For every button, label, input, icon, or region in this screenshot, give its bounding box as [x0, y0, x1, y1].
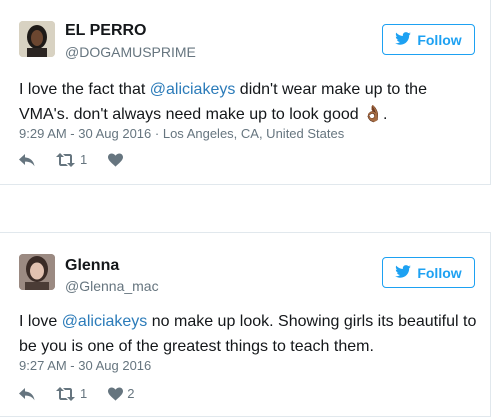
- reply-icon: [19, 387, 35, 401]
- like-button[interactable]: 2: [108, 386, 134, 401]
- heart-icon: [108, 152, 124, 167]
- meta-separator: ·: [151, 126, 163, 141]
- timeline-gap: [0, 185, 491, 232]
- user-name[interactable]: Glenna: [65, 257, 119, 275]
- twitter-bird-icon: [395, 31, 412, 48]
- tweet-card: Glenna @Glenna_mac Follow I love @alicia…: [0, 232, 491, 417]
- location-link[interactable]: Los Angeles, CA, United States: [163, 126, 344, 141]
- mention-link[interactable]: @aliciakeys: [150, 81, 236, 98]
- retweet-count: 1: [80, 152, 88, 167]
- retweet-icon: [56, 152, 76, 167]
- tweet-actions: 1: [19, 152, 148, 167]
- retweet-button[interactable]: 1: [56, 386, 87, 401]
- follow-label: Follow: [417, 264, 462, 281]
- tweet-text-before: I love: [19, 313, 62, 330]
- follow-button[interactable]: Follow: [382, 257, 475, 288]
- reply-button[interactable]: [19, 387, 35, 401]
- tweet-text-before: I love the fact that: [19, 81, 150, 98]
- follow-label: Follow: [417, 31, 462, 48]
- timestamp-link[interactable]: 9:29 AM - 30 Aug 2016: [19, 126, 151, 141]
- tweet-meta: 9:29 AM - 30 Aug 2016 · Los Angeles, CA,…: [19, 126, 344, 141]
- tweet-meta: 9:27 AM - 30 Aug 2016: [19, 358, 151, 373]
- user-name[interactable]: EL PERRO: [65, 22, 147, 40]
- mention-link[interactable]: @aliciakeys: [62, 313, 148, 330]
- like-count: 2: [127, 386, 135, 401]
- retweet-button[interactable]: 1: [56, 152, 87, 167]
- user-handle[interactable]: @Glenna_mac: [65, 278, 159, 294]
- timestamp-link[interactable]: 9:27 AM - 30 Aug 2016: [19, 358, 151, 373]
- user-handle[interactable]: @DOGAMUSPRIME: [65, 44, 196, 60]
- tweet-text: I love @aliciakeys no make up look. Show…: [19, 309, 479, 359]
- tweet-text: I love the fact that @aliciakeys didn't …: [19, 77, 479, 127]
- twitter-bird-icon: [395, 264, 412, 281]
- retweet-icon: [56, 386, 76, 401]
- tweet-actions: 1 2: [19, 386, 155, 401]
- retweet-count: 1: [80, 386, 88, 401]
- like-button[interactable]: [108, 152, 127, 167]
- follow-button[interactable]: Follow: [382, 24, 475, 55]
- avatar[interactable]: [19, 254, 55, 290]
- reply-icon: [19, 153, 35, 167]
- tweet-card: EL PERRO @DOGAMUSPRIME Follow I love the…: [0, 0, 491, 185]
- reply-button[interactable]: [19, 153, 35, 167]
- heart-icon: [108, 386, 124, 401]
- avatar[interactable]: [19, 21, 55, 57]
